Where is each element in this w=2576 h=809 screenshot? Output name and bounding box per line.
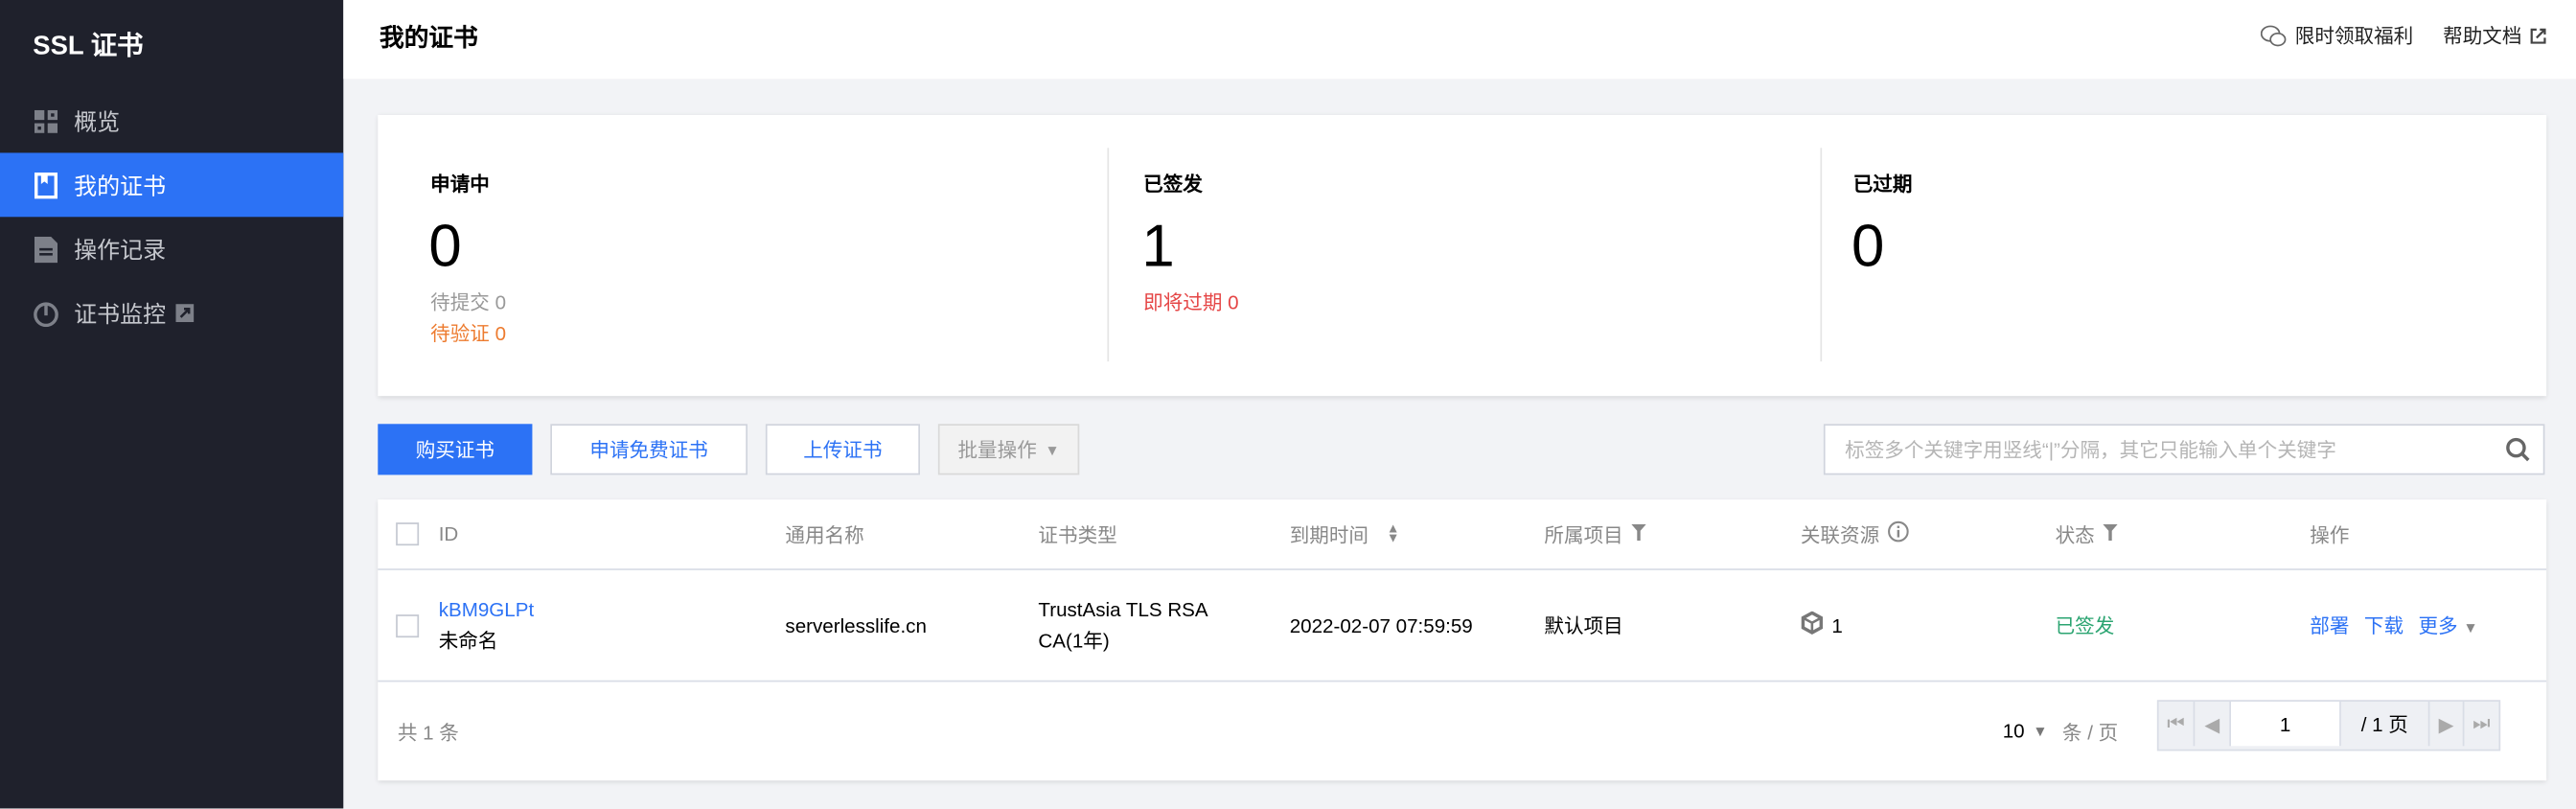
buy-certificate-button[interactable]: 购买证书 [378, 424, 533, 475]
column-label: 关联资源 [1800, 523, 1880, 547]
batch-label: 批量操作 [957, 438, 1037, 462]
promo-link[interactable]: 限时领取福利 [2260, 21, 2414, 49]
cube-icon [1801, 610, 1824, 640]
more-label: 更多 [2418, 614, 2458, 638]
select-all-checkbox[interactable] [396, 522, 420, 546]
caret-down-icon: ▼ [2033, 723, 2048, 740]
column-status: 状态 [2056, 499, 2118, 568]
stat-count: 1 [1141, 212, 1175, 280]
total-count: 共 1 条 [397, 720, 459, 744]
first-page-icon[interactable]: ⏮ [2159, 702, 2196, 747]
resource-count: 1 [1831, 613, 1843, 637]
page-size-select[interactable]: 10 ▼ 条 / 页 [2003, 682, 2119, 780]
monitor-icon [33, 300, 58, 327]
column-resources: 关联资源 [1801, 499, 1909, 568]
prev-page-icon[interactable]: ◀ [2195, 702, 2232, 747]
stat-count: 0 [1852, 212, 1885, 280]
filter-icon[interactable] [2103, 522, 2118, 545]
sidebar-item-label: 证书监控 [74, 299, 167, 327]
stat-label: 已过期 [1852, 173, 1913, 196]
external-link-icon [2530, 27, 2546, 43]
table-row: kBM9GLPt 未命名 serverlesslife.cn TrustAsia… [378, 570, 2547, 682]
more-dropdown[interactable]: 更多 ▼ [2418, 612, 2477, 639]
common-name: serverlesslife.cn [785, 613, 927, 637]
column-label: 所属项目 [1544, 523, 1623, 547]
page-size-value: 10 [2002, 719, 2025, 743]
column-project: 所属项目 [1544, 499, 1646, 568]
expiring-soon[interactable]: 即将过期 0 [1143, 288, 1238, 315]
status-badge: 已签发 [2055, 614, 2115, 638]
column-type: 证书类型 [1038, 523, 1117, 547]
pending-submit: 待提交 0 [430, 290, 507, 314]
sidebar: SSL 证书 概览 我的证书 操作记录 证书监控 [0, 0, 344, 809]
sidebar-item-label: 操作记录 [74, 236, 167, 263]
search-icon[interactable] [2505, 437, 2530, 467]
deploy-link[interactable]: 部署 [2310, 612, 2349, 639]
stat-count: 0 [428, 212, 462, 280]
row-checkbox[interactable] [396, 613, 420, 637]
grid-icon [33, 107, 58, 133]
column-id: ID [438, 522, 459, 546]
sidebar-item-label: 我的证书 [74, 172, 167, 198]
pending-verify[interactable]: 待验证 0 [430, 319, 506, 347]
top-bar: 我的证书 限时领取福利 帮助文档 [343, 0, 2576, 80]
cert-type-line2: CA(1年) [1038, 628, 1110, 652]
stat-label: 已签发 [1143, 173, 1203, 196]
sidebar-item-monitor[interactable]: 证书监控 [0, 281, 343, 345]
column-expiry[interactable]: 到期时间 ▲ ▼ [1290, 499, 1400, 568]
bookmark-icon [33, 172, 58, 198]
sidebar-item-my-certificates[interactable]: 我的证书 [0, 152, 344, 218]
table-header: ID 通用名称 证书类型 到期时间 ▲ ▼ 所属项目 关联资源 状态 操作 [378, 499, 2547, 570]
stat-applying: 申请中 0 待提交 0 待验证 0 [378, 115, 1091, 396]
search-input[interactable] [1825, 426, 2522, 474]
project: 默认项目 [1544, 614, 1623, 638]
document-icon [33, 236, 58, 263]
page-title: 我的证书 [380, 24, 478, 53]
sidebar-item-overview[interactable]: 概览 [0, 89, 343, 153]
certificate-alias: 未命名 [438, 628, 498, 652]
linked-resources[interactable]: 1 [1801, 570, 1843, 681]
per-page-label: 条 / 页 [2061, 720, 2119, 744]
column-actions: 操作 [2310, 523, 2350, 547]
external-link-icon [175, 304, 195, 323]
stat-issued: 已签发 1 即将过期 0 [1091, 115, 1804, 396]
help-label: 帮助文档 [2443, 24, 2522, 48]
stats-panel: 申请中 0 待提交 0 待验证 0 已签发 1 即将过期 0 已过期 0 [378, 115, 2547, 397]
upload-certificate-button[interactable]: 上传证书 [765, 424, 921, 475]
page-input[interactable]: 1 [2231, 702, 2341, 747]
column-name: 通用名称 [785, 523, 864, 547]
search-box [1823, 424, 2545, 475]
stat-label: 申请中 [430, 173, 490, 196]
brand-title: SSL 证书 [33, 33, 144, 61]
filter-icon[interactable] [1631, 522, 1646, 545]
certificate-id-link[interactable]: kBM9GLPt [439, 597, 534, 620]
column-label: 到期时间 [1289, 523, 1369, 547]
last-page-icon[interactable]: ⏭ [2464, 702, 2498, 746]
next-page-icon[interactable]: ▶ [2429, 702, 2465, 747]
sort-icon[interactable]: ▲ ▼ [1387, 521, 1400, 544]
total-pages: / 1 页 [2341, 702, 2430, 747]
certificate-table: ID 通用名称 证书类型 到期时间 ▲ ▼ 所属项目 关联资源 状态 操作 kBM9… [378, 499, 2547, 781]
promo-label: 限时领取福利 [2294, 24, 2414, 48]
sidebar-item-operation-log[interactable]: 操作记录 [0, 217, 343, 281]
sidebar-nav: 概览 我的证书 操作记录 证书监控 [0, 89, 344, 345]
stat-expired: 已过期 0 [1801, 115, 2514, 396]
wechat-icon [2260, 24, 2287, 47]
column-label: 状态 [2055, 523, 2095, 547]
pagination: ⏮ ◀ 1 / 1 页 ▶ ⏭ [2156, 700, 2501, 751]
download-link[interactable]: 下载 [2364, 612, 2404, 639]
caret-down-icon: ▼ [1045, 441, 1060, 458]
cert-type-line1: TrustAsia TLS RSA [1038, 597, 1208, 621]
help-docs-link[interactable]: 帮助文档 [2443, 21, 2546, 49]
apply-free-certificate-button[interactable]: 申请免费证书 [550, 424, 748, 475]
expiry-time: 2022-02-07 07:59:59 [1289, 613, 1473, 637]
batch-operations-dropdown[interactable]: 批量操作 ▼ [937, 424, 1080, 475]
sidebar-item-label: 概览 [74, 107, 121, 134]
info-icon[interactable] [1888, 520, 1909, 546]
caret-down-icon: ▼ [2463, 619, 2478, 636]
